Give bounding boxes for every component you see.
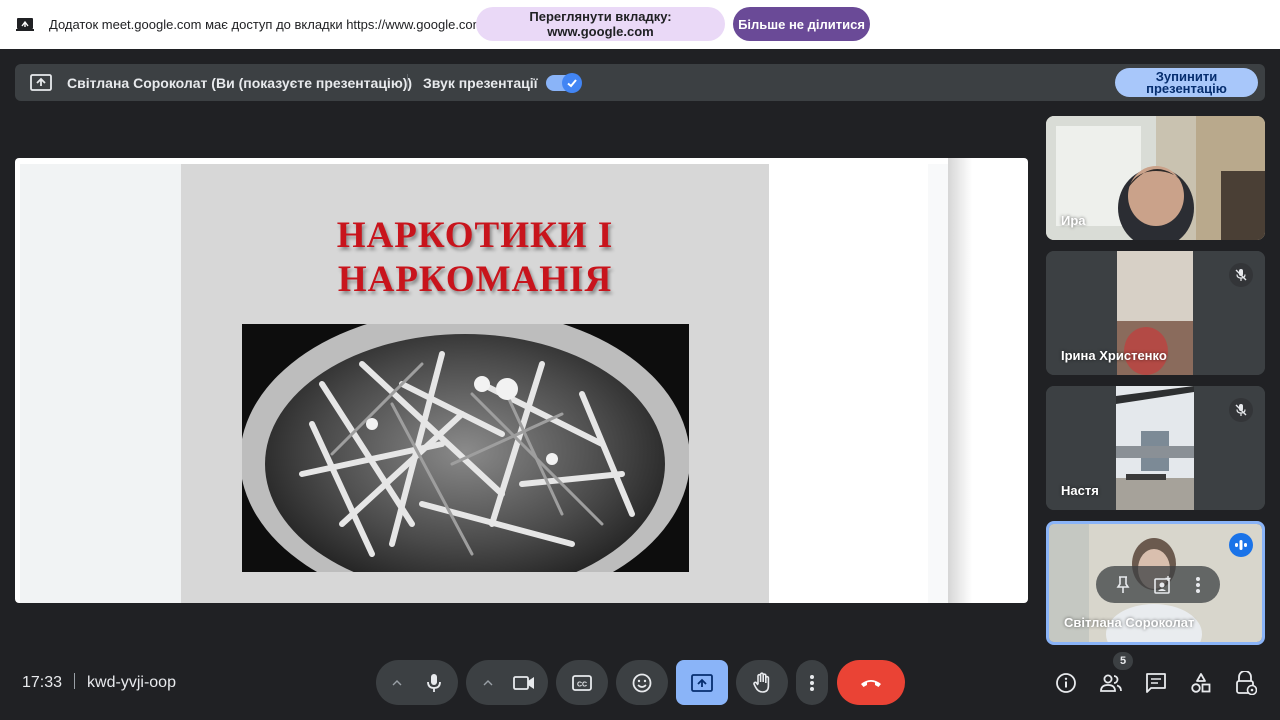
emoji-reactions-button[interactable] bbox=[616, 660, 668, 705]
syringes-photo bbox=[242, 324, 689, 572]
screen-share-icon bbox=[16, 18, 34, 31]
video-settings-button[interactable] bbox=[476, 660, 500, 705]
meeting-info-divider bbox=[74, 673, 76, 689]
check-icon bbox=[567, 79, 577, 88]
chevron-up-icon bbox=[392, 679, 402, 685]
slide-title-line-2: НАРКОМАНІЯ bbox=[337, 259, 613, 300]
presenter-label: Світлана Сороколат (Ви (показуєте презен… bbox=[67, 75, 413, 91]
tile-hover-controls bbox=[1096, 566, 1220, 603]
meeting-info: 17:33 kwd-yvji-oop bbox=[22, 673, 176, 692]
slide-right-margin bbox=[928, 164, 948, 603]
present-to-all-icon bbox=[30, 74, 52, 91]
mic-icon bbox=[427, 673, 441, 692]
participant-name: Світлана Сороколат bbox=[1064, 615, 1195, 630]
share-notification-text: Додаток meet.google.com має доступ до вк… bbox=[49, 17, 484, 32]
stop-presenting-button[interactable]: Зупинити презентацію bbox=[1115, 68, 1258, 97]
emoji-icon bbox=[632, 673, 652, 692]
mic-off-icon bbox=[1235, 269, 1247, 281]
people-button[interactable] bbox=[1096, 668, 1126, 698]
slide: НАРКОТИКИ І НАРКОМАНІЯ bbox=[181, 164, 769, 603]
present-icon bbox=[691, 673, 713, 692]
host-controls-icon bbox=[1236, 671, 1257, 695]
chevron-up-icon bbox=[483, 679, 493, 685]
present-now-button[interactable] bbox=[676, 660, 728, 705]
hangup-icon bbox=[861, 679, 881, 687]
mic-button[interactable] bbox=[410, 660, 458, 705]
slide-left-margin bbox=[20, 164, 181, 603]
mic-off-icon bbox=[1235, 404, 1247, 416]
captions-button[interactable]: CC bbox=[556, 660, 608, 705]
more-options-button[interactable] bbox=[796, 660, 828, 705]
muted-badge bbox=[1229, 398, 1253, 422]
tile-more-icon[interactable] bbox=[1195, 576, 1201, 594]
participant-tile-self[interactable]: Світлана Сороколат bbox=[1046, 521, 1265, 645]
participant-name: Ірина Христенко bbox=[1061, 348, 1167, 363]
participant-tile[interactable]: Ира bbox=[1046, 116, 1265, 240]
camera-icon bbox=[513, 675, 534, 690]
toggle-knob bbox=[562, 73, 582, 93]
raise-hand-button[interactable] bbox=[736, 660, 788, 705]
people-icon bbox=[1100, 674, 1122, 692]
chat-button[interactable] bbox=[1141, 668, 1171, 698]
host-controls-button[interactable] bbox=[1231, 668, 1261, 698]
banner-divider bbox=[407, 74, 408, 91]
slide-title-line-1: НАРКОТИКИ І bbox=[336, 215, 614, 256]
presentation-stage: НАРКОТИКИ І НАРКОМАНІЯ bbox=[15, 158, 1028, 603]
camera-button[interactable] bbox=[500, 660, 548, 705]
participant-name: Настя bbox=[1061, 483, 1099, 498]
svg-text:CC: CC bbox=[577, 681, 587, 688]
info-icon bbox=[1056, 673, 1076, 693]
pin-icon[interactable] bbox=[1115, 575, 1131, 594]
view-tab-button[interactable]: Переглянути вкладку: www.google.com bbox=[476, 7, 725, 41]
meeting-time: 17:33 bbox=[22, 674, 63, 691]
captions-icon: CC bbox=[572, 674, 592, 691]
chat-icon bbox=[1146, 673, 1166, 693]
raise-hand-icon bbox=[753, 671, 770, 693]
presenting-banner: Світлана Сороколат (Ви (показуєте презен… bbox=[15, 64, 1265, 101]
leave-call-button[interactable] bbox=[837, 660, 905, 705]
participant-name: Ира bbox=[1061, 213, 1086, 228]
slide-title: НАРКОТИКИ І НАРКОМАНІЯ bbox=[181, 214, 769, 302]
stop-sharing-button[interactable]: Більше не ділитися bbox=[733, 7, 870, 41]
meeting-code: kwd-yvji-oop bbox=[87, 674, 176, 691]
activities-button[interactable] bbox=[1186, 668, 1216, 698]
more-options-icon bbox=[810, 674, 814, 691]
meeting-details-button[interactable] bbox=[1051, 668, 1081, 698]
slide-shadow bbox=[948, 158, 972, 603]
presentation-audio-label: Звук презентації bbox=[423, 75, 538, 91]
presentation-audio-toggle[interactable] bbox=[546, 73, 582, 93]
audio-settings-button[interactable] bbox=[385, 660, 409, 705]
participant-tile[interactable]: Настя bbox=[1046, 386, 1265, 510]
tab-share-notification-bar: Додаток meet.google.com має доступ до вк… bbox=[0, 0, 1280, 49]
participant-tile[interactable]: Ірина Христенко bbox=[1046, 251, 1265, 375]
activities-icon bbox=[1191, 673, 1211, 693]
frame-person-icon[interactable] bbox=[1154, 575, 1172, 594]
speaking-badge bbox=[1229, 533, 1253, 557]
muted-badge bbox=[1229, 263, 1253, 287]
audio-level-icon bbox=[1235, 540, 1247, 550]
